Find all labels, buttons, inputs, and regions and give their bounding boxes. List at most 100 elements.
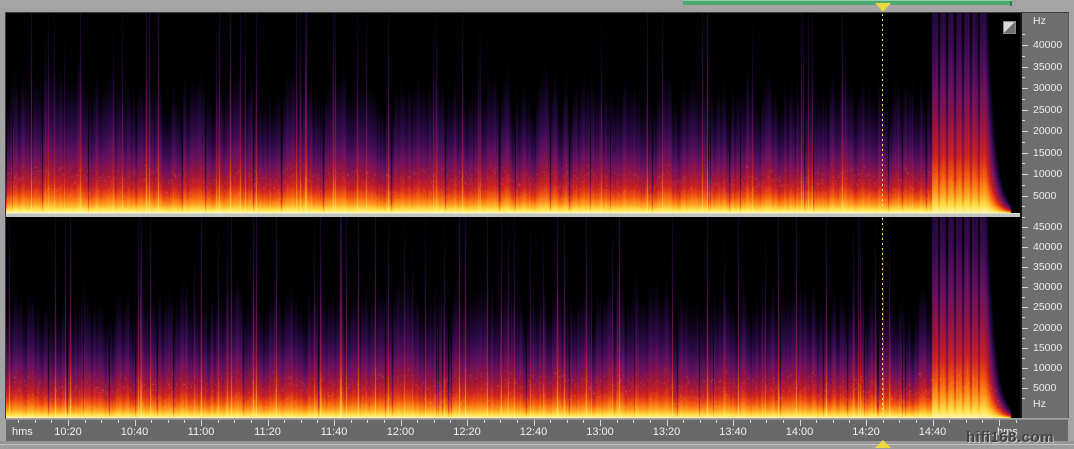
ruler-tick bbox=[1022, 297, 1025, 298]
ruler-tick bbox=[766, 420, 767, 423]
spectral-frequency-view: Hz Hz 40000 35000 30000 25000 20000 15000 1000… bbox=[0, 0, 1074, 449]
time-tick-label: 10:20 bbox=[40, 426, 96, 438]
ruler-tick bbox=[118, 420, 119, 423]
time-tick-label: 11:20 bbox=[240, 426, 296, 438]
ruler-tick bbox=[168, 420, 169, 423]
ruler-tick bbox=[1022, 328, 1028, 329]
ruler-tick bbox=[417, 420, 418, 423]
time-tick-label: 12:00 bbox=[373, 426, 429, 438]
ruler-tick bbox=[1022, 368, 1028, 369]
ruler-tick bbox=[1022, 247, 1028, 248]
ruler-tick bbox=[35, 420, 36, 423]
ruler-tick bbox=[999, 420, 1000, 426]
ruler-tick bbox=[1022, 388, 1028, 389]
freq-tick-label: 20000 bbox=[1033, 125, 1062, 137]
ruler-tick bbox=[1022, 34, 1025, 35]
ruler-tick bbox=[1022, 338, 1025, 339]
freq-tick-label: 10000 bbox=[1033, 362, 1062, 374]
ruler-tick bbox=[301, 420, 302, 423]
freq-tick-label: 30000 bbox=[1033, 82, 1062, 94]
ruler-tick bbox=[716, 420, 717, 423]
ruler-tick bbox=[1022, 196, 1028, 197]
ruler-tick bbox=[899, 420, 900, 423]
ruler-tick bbox=[1022, 398, 1025, 399]
freq-unit-label-bottom: Hz bbox=[1033, 398, 1046, 410]
ruler-tick bbox=[833, 420, 834, 423]
time-tick-label: 12:40 bbox=[506, 426, 562, 438]
ruler-tick bbox=[650, 420, 651, 423]
ruler-tick bbox=[284, 420, 285, 423]
frequency-ruler[interactable]: Hz Hz 40000 35000 30000 25000 20000 15000 1000… bbox=[1022, 13, 1068, 418]
playhead-line[interactable] bbox=[882, 14, 883, 213]
ruler-tick bbox=[51, 420, 52, 423]
ruler-tick bbox=[218, 420, 219, 423]
freq-tick-label: 15000 bbox=[1033, 342, 1062, 354]
time-tick-label: 12:20 bbox=[439, 426, 495, 438]
spectrogram-channel-right[interactable] bbox=[6, 217, 1020, 418]
ruler-tick bbox=[750, 420, 751, 423]
ruler-tick bbox=[567, 420, 568, 423]
range-end-cap bbox=[1010, 1, 1012, 6]
ruler-tick bbox=[1022, 67, 1028, 68]
ruler-tick bbox=[500, 420, 501, 423]
ruler-tick bbox=[1022, 99, 1025, 100]
ruler-tick bbox=[85, 420, 86, 423]
time-tick-label: 11:40 bbox=[306, 426, 362, 438]
ruler-tick bbox=[101, 420, 102, 423]
ruler-tick bbox=[550, 420, 551, 423]
ruler-tick bbox=[1022, 358, 1025, 359]
freq-tick-label: 35000 bbox=[1033, 61, 1062, 73]
corner-grip-icon[interactable] bbox=[1003, 21, 1016, 34]
freq-unit-label-top: Hz bbox=[1033, 15, 1046, 27]
ruler-tick bbox=[1022, 378, 1025, 379]
ruler-tick bbox=[1022, 227, 1028, 228]
timeline-ruler[interactable]: hms hms 10:2010:4011:0011:2011:4012:0012… bbox=[6, 419, 1068, 441]
ruler-tick bbox=[1022, 56, 1025, 57]
ruler-tick bbox=[982, 420, 983, 423]
ruler-tick bbox=[1022, 163, 1025, 164]
ruler-edge-line bbox=[1068, 13, 1069, 418]
time-tick-label: 13:40 bbox=[705, 426, 761, 438]
ruler-tick bbox=[1022, 307, 1028, 308]
ruler-tick bbox=[1022, 131, 1028, 132]
ruler-tick bbox=[384, 420, 385, 423]
overview-track[interactable] bbox=[0, 0, 1074, 12]
ruler-tick bbox=[434, 420, 435, 423]
time-tick-label: 14:20 bbox=[838, 426, 894, 438]
freq-tick-label: 35000 bbox=[1033, 261, 1062, 273]
ruler-tick bbox=[1022, 45, 1028, 46]
ruler-tick bbox=[1022, 174, 1028, 175]
ruler-tick bbox=[351, 420, 352, 423]
bottom-frame bbox=[0, 441, 1074, 449]
watermark: hifi168.com bbox=[966, 429, 1054, 446]
freq-tick-label: 5000 bbox=[1033, 190, 1056, 202]
ruler-tick bbox=[1022, 348, 1028, 349]
view-range-indicator[interactable] bbox=[683, 0, 1012, 5]
ruler-tick bbox=[966, 420, 967, 423]
playhead-line[interactable] bbox=[882, 218, 883, 418]
time-tick-label: 13:20 bbox=[639, 426, 695, 438]
time-unit-label-left: hms bbox=[12, 426, 33, 438]
ruler-tick bbox=[1022, 267, 1028, 268]
ruler-tick bbox=[1022, 110, 1028, 111]
playhead-marker-top[interactable] bbox=[875, 3, 891, 12]
ruler-tick bbox=[849, 420, 850, 423]
ruler-tick bbox=[1022, 206, 1025, 207]
ruler-tick bbox=[633, 420, 634, 423]
ruler-tick bbox=[234, 420, 235, 423]
freq-tick-label: 45000 bbox=[1033, 221, 1062, 233]
ruler-tick bbox=[450, 420, 451, 423]
ruler-tick bbox=[683, 420, 684, 423]
playhead-marker-bottom[interactable] bbox=[875, 440, 891, 448]
ruler-tick bbox=[1022, 287, 1028, 288]
ruler-tick bbox=[783, 420, 784, 423]
ruler-tick bbox=[1022, 185, 1025, 186]
ruler-tick bbox=[484, 420, 485, 423]
ruler-tick bbox=[1022, 120, 1025, 121]
ruler-tick bbox=[949, 420, 950, 423]
freq-tick-label: 40000 bbox=[1033, 241, 1062, 253]
spectrogram-channel-left[interactable] bbox=[6, 13, 1020, 213]
ruler-tick bbox=[617, 420, 618, 423]
freq-tick-label: 25000 bbox=[1033, 301, 1062, 313]
ruler-tick bbox=[816, 420, 817, 423]
